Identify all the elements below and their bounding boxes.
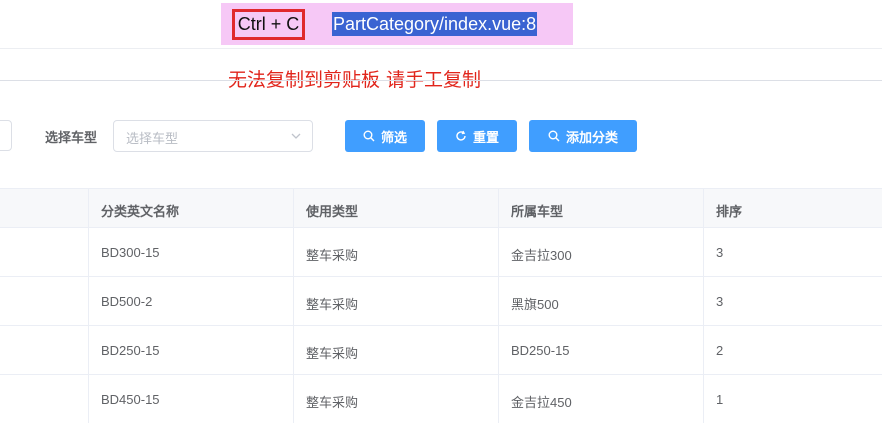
previous-filter-input[interactable]	[0, 120, 12, 151]
tabs-divider	[0, 80, 882, 81]
component-path[interactable]: PartCategory/index.vue:8	[332, 12, 538, 36]
page: Ctrl + C PartCategory/index.vue:8 无法复制到剪…	[0, 0, 882, 423]
cell-usage-type: 整车采购	[306, 395, 359, 410]
column-divider	[88, 188, 89, 423]
cell-vehicle-model: BD250-15	[511, 343, 570, 358]
table-row[interactable]: BD250-15 整车采购 BD250-15 2	[0, 326, 882, 375]
chevron-down-icon	[290, 130, 302, 146]
reset-button-label: 重置	[472, 130, 499, 146]
cell-english-name: BD300-15	[101, 245, 160, 260]
cell-sort-order: 2	[716, 343, 724, 358]
cell-sort-order: 1	[716, 392, 724, 407]
cell-usage-type: 整车采购	[306, 297, 359, 312]
refresh-icon	[455, 130, 467, 142]
filter-button[interactable]: 筛选	[345, 120, 425, 152]
filter-button-label: 筛选	[380, 130, 407, 146]
search-icon	[548, 130, 560, 142]
cell-vehicle-model: 黑旗500	[511, 297, 559, 312]
cell-vehicle-model: 金吉拉450	[511, 395, 572, 410]
vehicle-select-placeholder: 选择车型	[126, 132, 179, 147]
vehicle-filter-label: 选择车型	[45, 131, 98, 146]
table-row[interactable]: BD300-15 整车采购 金吉拉300 3	[0, 228, 882, 277]
column-divider	[703, 188, 704, 423]
column-header-sort-order[interactable]: 排序	[716, 201, 742, 220]
column-divider	[498, 188, 499, 423]
dev-overlay: Ctrl + C PartCategory/index.vue:8	[221, 3, 573, 45]
cell-english-name: BD450-15	[101, 392, 160, 407]
column-header-usage-type[interactable]: 使用类型	[306, 201, 358, 220]
cell-vehicle-model: 金吉拉300	[511, 248, 572, 263]
cell-usage-type: 整车采购	[306, 248, 359, 263]
column-divider	[293, 188, 294, 423]
cell-english-name: BD250-15	[101, 343, 160, 358]
search-icon	[363, 130, 375, 142]
table-row[interactable]: BD500-2 整车采购 黑旗500 3	[0, 277, 882, 326]
add-category-button[interactable]: 添加分类	[529, 120, 637, 152]
cell-english-name: BD500-2	[101, 294, 153, 309]
vehicle-select[interactable]: 选择车型	[113, 120, 313, 152]
shortcut-hint: Ctrl + C	[232, 9, 305, 40]
reset-button[interactable]: 重置	[437, 120, 517, 152]
cell-sort-order: 3	[716, 245, 724, 260]
column-header-english-name[interactable]: 分类英文名称	[101, 201, 179, 220]
cell-sort-order: 3	[716, 294, 724, 309]
copy-error-message: 无法复制到剪贴板 请手工复制	[228, 69, 482, 91]
column-header-vehicle-model[interactable]: 所属车型	[511, 201, 563, 220]
header-divider	[0, 48, 882, 49]
cell-usage-type: 整车采购	[306, 346, 359, 361]
add-category-button-label: 添加分类	[565, 130, 618, 146]
table-row[interactable]: BD450-15 整车采购 金吉拉450 1	[0, 375, 882, 423]
table-header: 分类英文名称 使用类型 所属车型 排序	[0, 188, 882, 228]
